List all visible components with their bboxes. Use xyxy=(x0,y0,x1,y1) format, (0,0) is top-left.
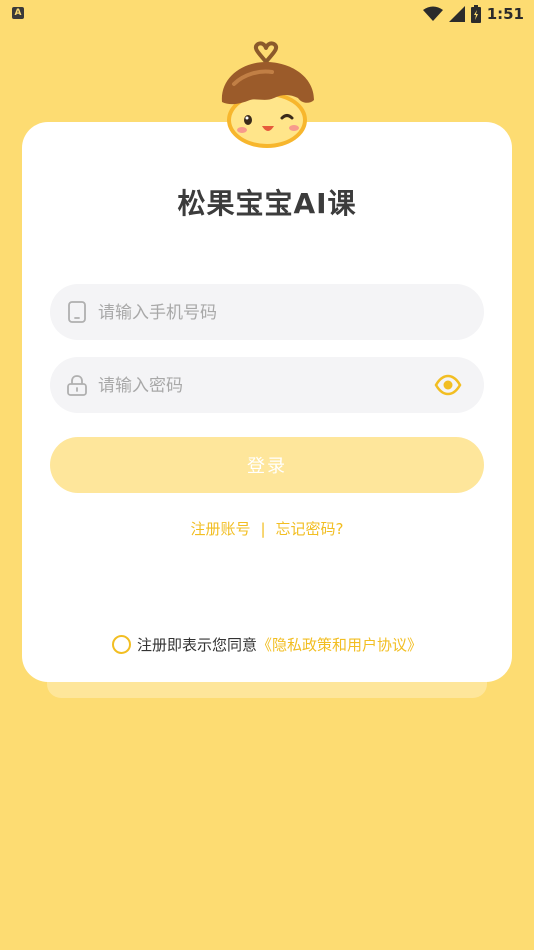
agreement-row: 注册即表示您同意 《隐私政策和用户协议》 xyxy=(0,634,534,655)
notification-a-icon: A xyxy=(12,7,24,19)
register-link[interactable]: 注册账号 xyxy=(190,520,250,538)
battery-charging-icon xyxy=(470,5,481,23)
agreement-text: 注册即表示您同意 xyxy=(136,636,257,654)
password-field[interactable] xyxy=(50,357,484,415)
agreement-checkbox[interactable] xyxy=(111,635,131,654)
account-links: 注册账号 | 忘记密码? xyxy=(0,518,534,539)
login-button[interactable]: 登录 xyxy=(50,437,484,493)
status-bar: A 1:51 xyxy=(0,0,534,28)
forgot-password-link[interactable]: 忘记密码? xyxy=(276,520,344,538)
app-title: 松果宝宝AI课 xyxy=(177,187,357,220)
wifi-icon xyxy=(422,6,443,21)
phone-icon xyxy=(68,301,86,323)
phone-input[interactable] xyxy=(96,284,430,342)
acorn-mascot-logo xyxy=(221,41,314,148)
eye-icon[interactable] xyxy=(434,373,462,397)
privacy-policy-link[interactable]: 《隐私政策和用户协议》 xyxy=(257,634,422,655)
link-separator: | xyxy=(260,520,266,538)
cellular-signal-icon xyxy=(448,6,465,22)
phone-field[interactable] xyxy=(50,284,484,342)
lock-icon xyxy=(67,375,87,396)
status-time: 1:51 xyxy=(486,5,524,23)
password-input[interactable] xyxy=(96,357,430,415)
status-icons: 1:51 xyxy=(422,4,524,24)
